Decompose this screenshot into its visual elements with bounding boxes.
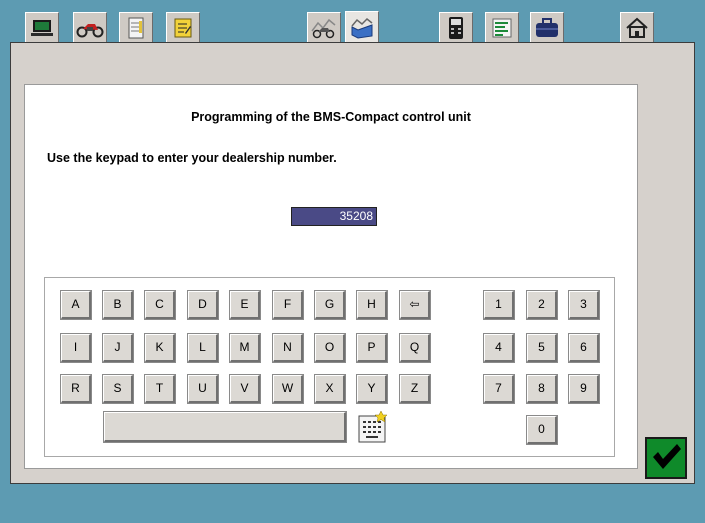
key-2[interactable]: 2 — [526, 290, 558, 320]
key-8[interactable]: 8 — [526, 374, 558, 404]
key-a[interactable]: A — [60, 290, 92, 320]
checkmark-icon — [650, 441, 682, 476]
key-w[interactable]: W — [272, 374, 304, 404]
key-l[interactable]: L — [187, 333, 219, 363]
key-p[interactable]: P — [356, 333, 388, 363]
key-h[interactable]: H — [356, 290, 388, 320]
tab-toolcase[interactable] — [530, 12, 564, 42]
key-o[interactable]: O — [314, 333, 346, 363]
key-x[interactable]: X — [314, 374, 346, 404]
tab-motorcycle[interactable] — [73, 12, 107, 42]
house-icon — [625, 17, 649, 39]
key-u[interactable]: U — [187, 374, 219, 404]
tab-house[interactable] — [620, 12, 654, 42]
tab-laptop[interactable] — [25, 12, 59, 42]
dialog-instruction: Use the keypad to enter your dealership … — [47, 151, 337, 165]
motorcycle-icon — [76, 18, 104, 38]
key-j[interactable]: J — [102, 333, 134, 363]
key-s[interactable]: S — [102, 374, 134, 404]
tab-control-unit[interactable] — [439, 12, 473, 42]
chart-box-icon — [349, 17, 375, 39]
space-bar-key[interactable] — [103, 411, 347, 443]
tab-chart-box[interactable] — [345, 11, 379, 44]
key-7[interactable]: 7 — [483, 374, 515, 404]
key-g[interactable]: G — [314, 290, 346, 320]
key-n[interactable]: N — [272, 333, 304, 363]
key-5[interactable]: 5 — [526, 333, 558, 363]
key-b[interactable]: B — [102, 290, 134, 320]
key-9[interactable]: 9 — [568, 374, 600, 404]
key-y[interactable]: Y — [356, 374, 388, 404]
control-unit-icon — [446, 16, 466, 40]
notes-edit-icon — [173, 17, 193, 39]
status-bar — [0, 484, 705, 523]
notepad-icon — [127, 17, 145, 39]
tab-motorcycle-chart[interactable] — [307, 12, 341, 42]
backspace-key[interactable]: ⇦ — [399, 290, 431, 320]
dialog-title: Programming of the BMS-Compact control u… — [191, 110, 471, 124]
key-1[interactable]: 1 — [483, 290, 515, 320]
key-d[interactable]: D — [187, 290, 219, 320]
key-v[interactable]: V — [229, 374, 261, 404]
list-icon — [491, 17, 513, 39]
tab-notepad[interactable] — [119, 12, 153, 42]
toolbar — [0, 0, 705, 44]
key-0[interactable]: 0 — [526, 415, 558, 445]
key-t[interactable]: T — [144, 374, 176, 404]
key-q[interactable]: Q — [399, 333, 431, 363]
confirm-button[interactable] — [645, 437, 687, 479]
laptop-icon — [30, 18, 54, 38]
key-f[interactable]: F — [272, 290, 304, 320]
dealership-number-field[interactable]: 35208 — [291, 207, 377, 226]
key-i[interactable]: I — [60, 333, 92, 363]
key-6[interactable]: 6 — [568, 333, 600, 363]
key-4[interactable]: 4 — [483, 333, 515, 363]
key-e[interactable]: E — [229, 290, 261, 320]
key-m[interactable]: M — [229, 333, 261, 363]
key-k[interactable]: K — [144, 333, 176, 363]
key-r[interactable]: R — [60, 374, 92, 404]
key-c[interactable]: C — [144, 290, 176, 320]
tab-notes-edit[interactable] — [166, 12, 200, 42]
toolcase-icon — [534, 17, 560, 39]
keyboard-icon[interactable] — [357, 410, 389, 444]
tab-list[interactable] — [485, 12, 519, 42]
motorcycle-chart-icon — [310, 17, 338, 39]
key-3[interactable]: 3 — [568, 290, 600, 320]
key-z[interactable]: Z — [399, 374, 431, 404]
